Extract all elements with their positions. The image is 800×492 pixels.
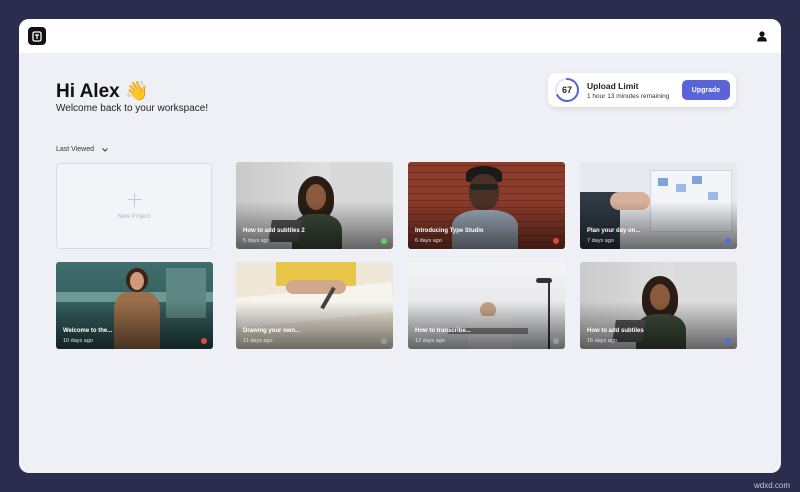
project-card[interactable]: How to add subtiles 2 5 days ago [236,162,393,249]
project-title: Introducing Type Studio [415,228,484,234]
project-title: How to add subtiles 2 [243,228,305,234]
app-window: Hi Alex 👋 Welcome back to your workspace… [19,19,781,473]
upload-limit-card: 67 Upload Limit 1 hour 13 minutes remain… [548,73,736,107]
upload-limit-value: 67 [561,85,572,95]
greeting-text: Hi Alex [56,81,120,102]
project-card[interactable]: How to transcribe... 12 days ago [408,262,565,349]
project-title: Plan your day on... [587,228,641,234]
status-dot-icon [725,238,731,244]
project-date: 11 days ago [243,338,273,344]
project-date: 10 days ago [63,338,93,344]
status-dot-icon [201,338,207,344]
project-card[interactable]: Plan your day on... 7 days ago [580,162,737,249]
upgrade-button[interactable]: Upgrade [682,80,730,100]
chevron-down-icon [102,147,108,152]
status-dot-icon [553,338,559,344]
project-title: How to transcribe... [415,328,471,334]
project-card[interactable]: Drawing your own... 11 days ago [236,262,393,349]
new-project-label: New Project [117,214,151,220]
plus-icon [128,193,142,207]
project-title: Welcome to the... [63,328,113,334]
status-dot-icon [381,338,387,344]
project-date: 7 days ago [587,238,614,244]
watermark: wdxd.com [753,481,790,490]
sort-label: Last Viewed [56,146,95,153]
project-date: 15 days ago [587,338,617,344]
upload-limit-title: Upload Limit [587,81,639,91]
document-logo-icon[interactable] [28,27,46,45]
project-date: 12 days ago [415,338,445,344]
new-project-card[interactable]: New Project [56,163,212,249]
page-title: Hi Alex 👋 [56,79,149,103]
waving-hand-icon: 👋 [125,81,149,102]
project-title: Drawing your own... [243,328,301,334]
project-card[interactable]: How to add subtiles 15 days ago [580,262,737,349]
project-date: 5 days ago [243,238,270,244]
status-dot-icon [553,238,559,244]
upload-limit-remaining: 1 hour 13 minutes remaining [587,93,670,100]
welcome-subtitle: Welcome back to your workspace! [56,103,209,114]
user-icon[interactable] [752,26,772,46]
status-dot-icon [725,338,731,344]
project-date: 6 days ago [415,238,442,244]
project-title: How to add subtiles [587,328,644,334]
top-bar [19,19,781,53]
status-dot-icon [381,238,387,244]
sort-dropdown[interactable]: Last Viewed [56,146,108,153]
project-card[interactable]: Introducing Type Studio 6 days ago [408,162,565,249]
project-card[interactable]: Welcome to the... 10 days ago [56,262,213,349]
